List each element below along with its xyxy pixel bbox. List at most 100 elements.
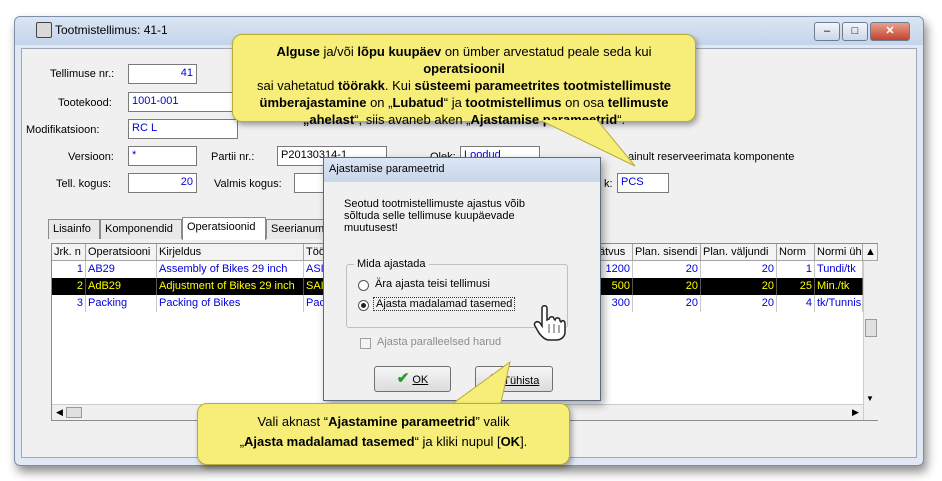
close-button[interactable]: ✕ <box>870 22 910 41</box>
tab-lisainfo[interactable]: Lisainfo <box>48 219 100 239</box>
hscroll-thumb[interactable] <box>66 407 82 418</box>
unit-label: k: <box>604 178 613 190</box>
cell-no: 2 <box>52 278 86 295</box>
maximize-button[interactable]: □ <box>842 22 868 41</box>
text-span: tellimuste <box>607 95 669 110</box>
cell-description: Adjustment of Bikes 29 inch <box>157 278 304 295</box>
callout-bottom-line-1: Vali aknast “Ajastamine parameetrid” val… <box>206 412 561 432</box>
cell-operation: AB29 <box>86 261 157 278</box>
callout-top-pointer <box>541 120 636 167</box>
modification-field[interactable]: RC L <box>128 119 238 139</box>
batch-no-label: Partii nr.: <box>211 151 255 163</box>
cell-norm: 25 <box>777 278 815 295</box>
cell-description: Packing of Bikes <box>157 295 304 312</box>
text-span: ja/või <box>319 44 358 59</box>
finished-qty-label: Valmis kogus: <box>214 178 282 190</box>
text-span: tootmistellimus <box>465 95 562 110</box>
text-span: lõpu kuupäev <box>357 44 442 59</box>
app-icon <box>36 22 52 38</box>
cell-no: 3 <box>52 295 86 312</box>
cell-plan-in: 20 <box>633 261 701 278</box>
dialog-message: Seotud tootmistellimuste ajastus võib sõ… <box>344 198 525 234</box>
parallel-branches-checkbox[interactable] <box>360 338 371 349</box>
ok-label: OK <box>412 374 429 386</box>
cell-plan-out: 20 <box>701 278 777 295</box>
text-span: Ajastamine parameetrid <box>328 414 476 429</box>
col-header-plan-in[interactable]: Plan. sisendi <box>633 244 701 261</box>
option-label-lower-levels[interactable]: Ajasta madalamad tasemed <box>373 297 516 311</box>
radio-no-other-orders[interactable] <box>358 280 369 291</box>
modification-label: Modifikatsioon: <box>26 124 100 136</box>
text-span: Alguse <box>276 44 320 59</box>
tab-seerianum[interactable]: Seerianum <box>266 219 326 239</box>
callout-bottom: Vali aknast “Ajastamine parameetrid” val… <box>197 403 570 465</box>
parallel-branches-label[interactable]: Ajasta paralleelsed harud <box>377 336 501 348</box>
text-span: Ajasta madalamad tasemed <box>244 434 415 449</box>
cell-capacity: 500 <box>597 278 633 295</box>
cell-capacity: 300 <box>597 295 633 312</box>
order-qty-field[interactable]: 20 <box>128 173 197 193</box>
minimize-button[interactable]: – <box>814 22 840 41</box>
cell-norm-unit: Min./tk <box>815 278 863 295</box>
order-qty-label: Tell. kogus: <box>56 178 112 190</box>
finished-qty-field[interactable] <box>294 173 324 193</box>
col-header-norm[interactable]: Norm <box>777 244 815 261</box>
text-span: töörakk <box>337 78 385 93</box>
product-code-label: Tootekood: <box>58 97 112 109</box>
callout-top-line-3: ümberajastamine on „Lubatud“ ja tootmist… <box>241 94 687 111</box>
text-span: Lubatud <box>392 95 444 110</box>
cell-norm-unit: tk/Tunnis <box>815 295 863 312</box>
scroll-up-icon[interactable]: ▲ <box>863 244 878 261</box>
product-code-field[interactable]: 1001-001 <box>128 92 238 112</box>
text-span: ” valik <box>475 414 510 429</box>
cell-capacity: 1200 <box>597 261 633 278</box>
col-header-plan-out[interactable]: Plan. väljundi <box>701 244 777 261</box>
text-span: „ahelast <box>302 112 355 127</box>
text-span: “ ja <box>443 95 466 110</box>
cell-operation: Packing <box>86 295 157 312</box>
checkmark-icon: ✔ <box>396 370 410 387</box>
vertical-scrollbar[interactable]: ▼ <box>863 261 878 420</box>
cell-plan-out: 20 <box>701 295 777 312</box>
cell-no: 1 <box>52 261 86 278</box>
cell-plan-out: 20 <box>701 261 777 278</box>
scroll-thumb[interactable] <box>865 319 877 337</box>
scroll-left-icon[interactable]: ◀ <box>56 407 63 418</box>
callout-top: Alguse ja/või lõpu kuupäev on ümber arve… <box>232 34 696 127</box>
text-span: operatsioonil <box>423 61 505 76</box>
text-span: “, siis avaneb aken „ <box>354 112 471 127</box>
text-span: on ümber arvestatud peale seda kui <box>441 44 652 59</box>
col-header-no[interactable]: Jrk. n <box>52 244 86 261</box>
col-header-operation[interactable]: Operatsiooni <box>86 244 157 261</box>
version-field[interactable]: * <box>128 146 197 166</box>
hand-cursor-icon <box>533 305 566 341</box>
cell-norm-unit: Tundi/tk <box>815 261 863 278</box>
text-span: Vali aknast “ <box>257 414 329 429</box>
callout-bottom-line-2: „Ajasta madalamad tasemed“ ja kliki nupu… <box>206 432 561 452</box>
window-title: Tootmistellimus: 41-1 <box>55 23 168 37</box>
callout-top-line-2: sai vahetatud töörakk. Kui süsteemi para… <box>241 77 687 94</box>
text-span: on osa <box>561 95 608 110</box>
text-span: ]. <box>520 434 528 449</box>
col-header-capacity[interactable]: ätvus <box>597 244 633 261</box>
version-label: Versioon: <box>68 151 114 163</box>
cell-norm: 1 <box>777 261 815 278</box>
unit-field[interactable]: PCS <box>617 173 669 193</box>
col-header-description[interactable]: Kirjeldus <box>157 244 304 261</box>
text-span: OK <box>500 434 521 449</box>
group-label: Mida ajastada <box>354 258 429 270</box>
order-no-label: Tellimuse nr.: <box>50 68 115 80</box>
radio-lower-levels[interactable] <box>358 300 369 311</box>
reserve-note: ainult reserveerimata komponente <box>628 151 795 163</box>
callout-bottom-pointer <box>446 360 511 408</box>
cell-description: Assembly of Bikes 29 inch <box>157 261 304 278</box>
option-label-no-other-orders[interactable]: Ära ajasta teisi tellimusi <box>375 278 490 290</box>
tab-komponendid[interactable]: Komponendid <box>100 219 182 239</box>
order-no-field[interactable]: 41 <box>128 64 197 84</box>
scroll-down-icon[interactable]: ▼ <box>866 394 874 403</box>
text-span: . Kui <box>384 78 415 93</box>
scroll-right-icon[interactable]: ▶ <box>852 407 859 418</box>
col-header-norm-unit[interactable]: Normi ühik <box>815 244 863 261</box>
text-span: ümberajastamine <box>259 95 367 110</box>
tab-operatsioonid[interactable]: Operatsioonid <box>182 217 266 240</box>
